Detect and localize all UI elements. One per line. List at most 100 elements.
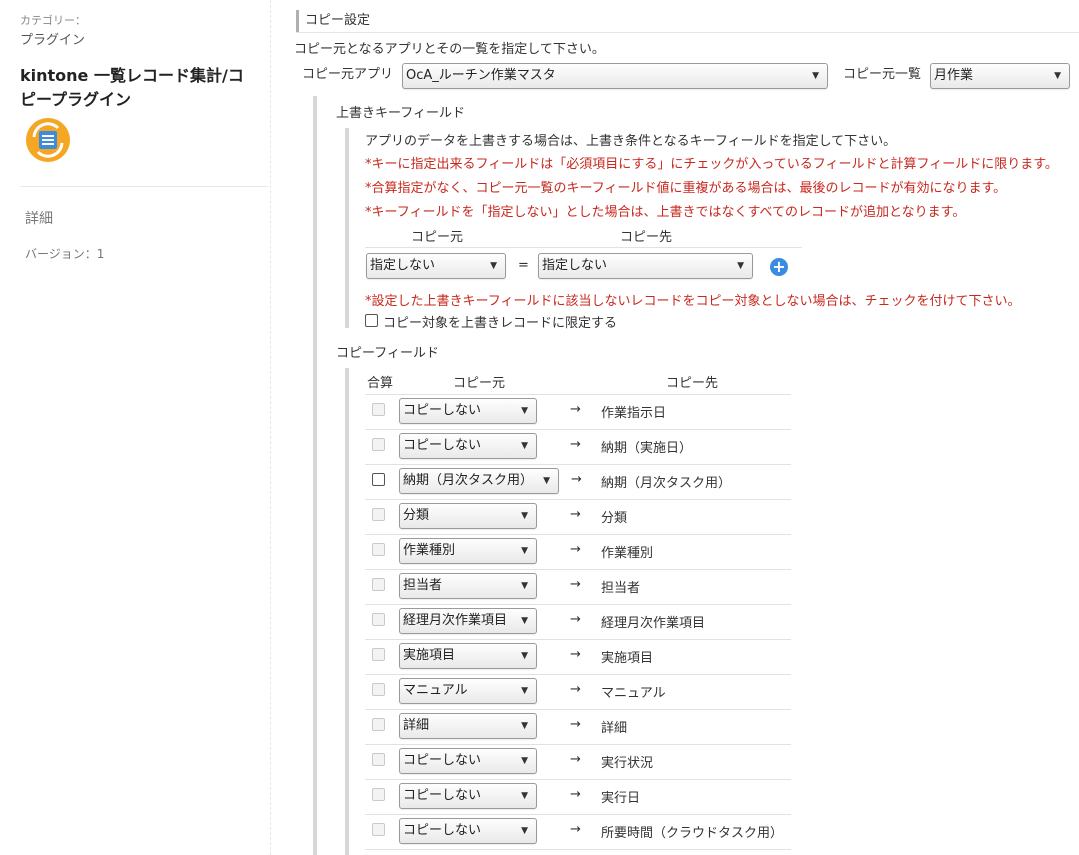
sum-checkbox[interactable] [372,543,385,556]
table-row: 詳細 ▼ → 詳細 [365,709,791,744]
copy-source-value: 詳細 [403,718,430,733]
chevron-down-icon: ▼ [521,721,528,731]
sidebar-version: バージョン：1 [25,247,105,261]
arrow-right-icon: → [570,717,581,732]
copy-settings-title: コピー設定 [296,10,370,32]
sum-checkbox[interactable] [372,403,385,416]
arrow-right-icon: → [570,822,581,837]
copy-source-value: 実施項目 [403,648,456,663]
copy-source-select[interactable]: 分類 ▼ [399,503,537,529]
table-row: コピーしない ▼ → 実行日 [365,779,791,814]
plus-icon: + [772,257,786,276]
copy-source-select[interactable]: 詳細 ▼ [399,713,537,739]
copy-dest-field: 経理月次作業項目 [601,616,706,631]
copy-fields-title: コピーフィールド [336,346,439,361]
copy-source-select[interactable]: コピーしない ▼ [399,783,537,809]
source-app-label: コピー元アプリ [302,67,394,82]
copy-source-select[interactable]: 納期（月次タスク用） ▼ [399,468,559,494]
table-row: コピーしない ▼ → 所要時間（クラウドタスク用） [365,814,791,849]
sum-checkbox[interactable] [372,718,385,731]
copy-source-value: コピーしない [403,753,482,768]
copy-source-value: コピーしない [403,788,482,803]
sum-checkbox[interactable] [372,683,385,696]
sum-checkbox[interactable] [372,578,385,591]
chevron-down-icon: ▼ [521,826,528,836]
col-sum-header: 合算 [367,376,394,391]
table-row: 担当者 ▼ → 担当者 [365,569,791,604]
limit-overwrite-label: コピー対象を上書きレコードに限定する [383,316,618,331]
arrow-right-icon: → [570,682,581,697]
copy-source-select[interactable]: 作業種別 ▼ [399,538,537,564]
copy-dest-field: 分類 [601,511,628,526]
copy-dest-field: 作業指示日 [601,406,667,421]
plugin-title: kintone 一覧レコード集計/コ ピープラグイン [20,64,260,112]
col-source-header: コピー元 [453,376,506,391]
sum-checkbox[interactable] [372,823,385,836]
key-col-dest: コピー先 [620,230,673,245]
sum-checkbox[interactable] [372,753,385,766]
copy-settings-instruction: コピー元となるアプリとその一覧を指定して下さい。 [294,42,605,57]
overwrite-note2: *キーに指定出来るフィールドは「必須項目にする」にチェックが入っているフィールド… [365,157,1058,172]
copy-source-select[interactable]: 経理月次作業項目 ▼ [399,608,537,634]
copy-dest-field: マニュアル [601,686,666,701]
source-view-select[interactable]: 月作業 ▼ [930,63,1070,89]
source-app-select[interactable]: OcA_ルーチン作業マスタ ▼ [402,63,828,89]
chevron-down-icon: ▼ [543,476,550,486]
copy-source-value: 作業種別 [403,543,456,558]
key-dest-value: 指定しない [542,258,608,273]
plugin-app-icon [26,118,70,162]
copy-source-select[interactable]: コピーしない ▼ [399,818,537,844]
copy-source-value: 納期（月次タスク用） [403,473,534,488]
table-row: 納期（月次タスク用） ▼ → 納期（月次タスク用） [365,464,791,499]
sum-checkbox[interactable] [372,788,385,801]
section-head-underline [296,32,1079,33]
chevron-down-icon: ▼ [521,441,528,451]
copy-dest-field: 実行日 [601,791,641,806]
copy-source-value: 担当者 [403,578,443,593]
copy-source-value: コピーしない [403,438,482,453]
sum-checkbox[interactable] [372,613,385,626]
key-header-line [365,247,802,248]
sum-checkbox[interactable] [372,438,385,451]
table-row: コピーしない ▼ → 作業指示日 [365,394,791,429]
chevron-down-icon: ▼ [521,406,528,416]
sum-checkbox[interactable] [372,473,385,486]
sidebar-detail-link[interactable]: 詳細 [25,208,53,228]
category-label: カテゴリー： [20,14,86,27]
limit-overwrite-checkbox[interactable] [365,314,378,327]
overwrite-title: 上書きキーフィールド [336,106,465,121]
sum-checkbox[interactable] [372,508,385,521]
source-view-label: コピー元一覧 [843,67,922,82]
source-view-value: 月作業 [934,68,974,83]
copy-source-select[interactable]: コピーしない ▼ [399,398,537,424]
sidebar-divider [270,0,271,855]
arrow-right-icon: → [571,472,582,487]
chevron-down-icon: ▼ [521,511,528,521]
copy-dest-field: 納期（実施日） [601,441,693,456]
chevron-down-icon: ▼ [521,791,528,801]
col-dest-header: コピー先 [666,376,719,391]
copy-source-select[interactable]: マニュアル ▼ [399,678,537,704]
copy-source-select[interactable]: 実施項目 ▼ [399,643,537,669]
copy-source-value: コピーしない [403,403,482,418]
key-source-value: 指定しない [370,258,436,273]
table-row: 実施項目 ▼ → 実施項目 [365,639,791,674]
key-source-select[interactable]: 指定しない ▼ [366,253,506,279]
copy-dest-field: 所要時間（クラウドタスク用） [601,826,784,841]
copy-source-select[interactable]: コピーしない ▼ [399,433,537,459]
copy-fields-indent-bar [345,368,349,855]
key-dest-select[interactable]: 指定しない ▼ [538,253,753,279]
sum-checkbox[interactable] [372,648,385,661]
chevron-down-icon: ▼ [521,686,528,696]
plugin-title-line2: ピープラグイン [20,90,132,109]
copy-source-select[interactable]: コピーしない ▼ [399,748,537,774]
overwrite-note5: *設定した上書きキーフィールドに該当しないレコードをコピー対象としない場合は、チ… [365,294,1021,309]
add-key-field-button[interactable]: + [770,258,788,276]
arrow-right-icon: → [570,507,581,522]
section-indent-bar [313,96,317,855]
source-app-value: OcA_ルーチン作業マスタ [406,68,556,83]
arrow-right-icon: → [570,787,581,802]
copy-source-select[interactable]: 担当者 ▼ [399,573,537,599]
arrow-right-icon: → [570,647,581,662]
chevron-down-icon: ▼ [521,581,528,591]
